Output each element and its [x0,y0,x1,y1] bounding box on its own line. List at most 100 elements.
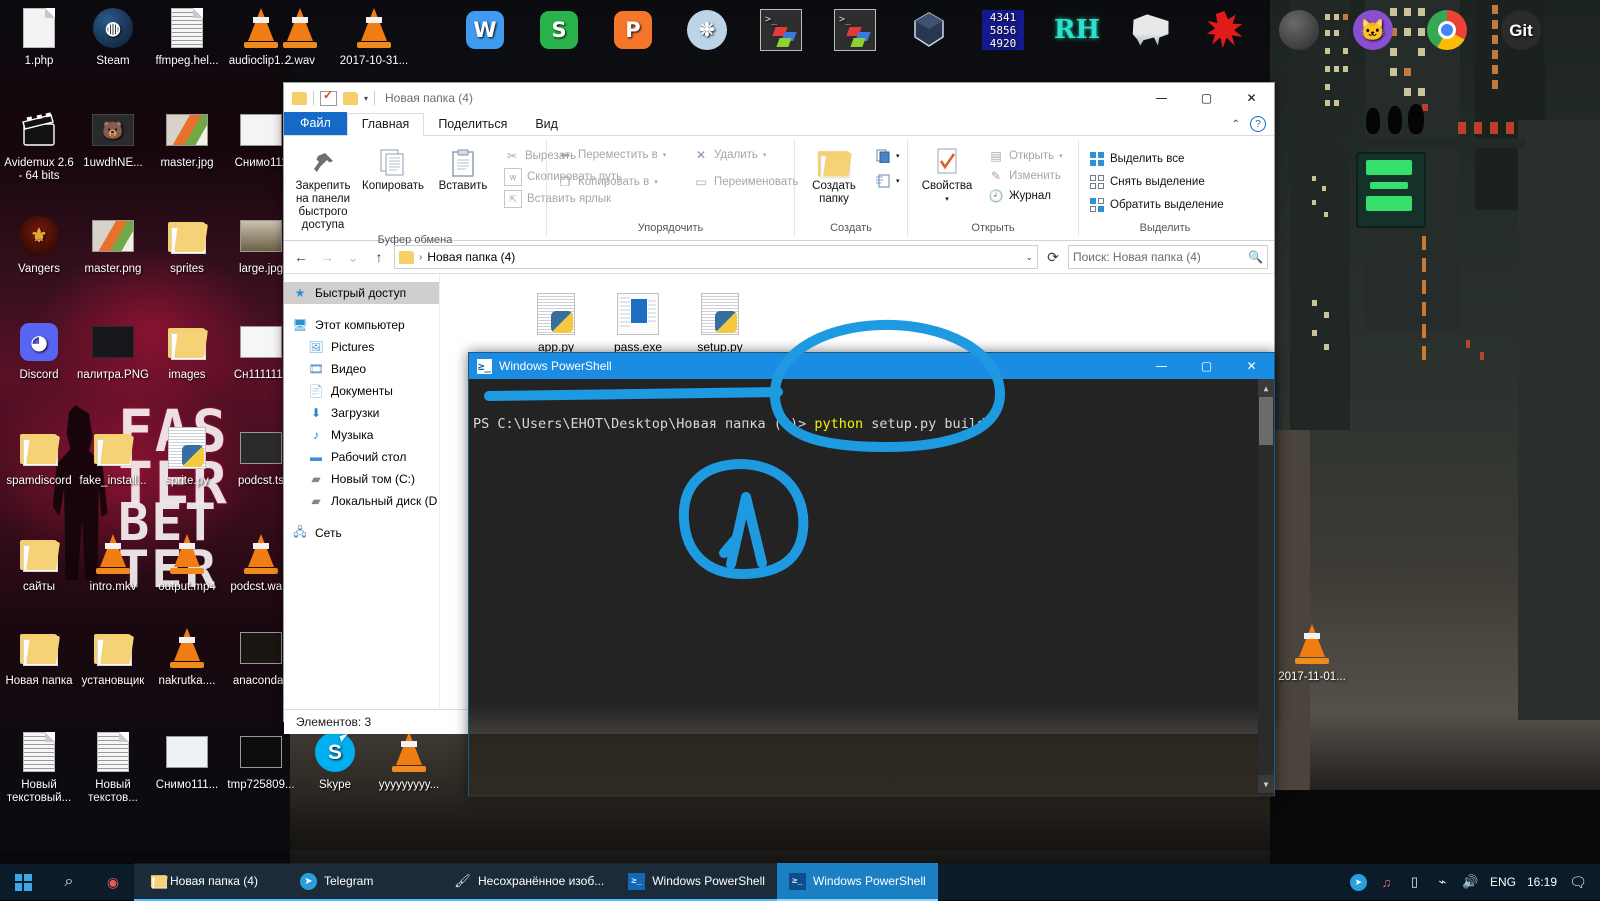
select-all-button[interactable]: Выделить все [1085,150,1228,168]
powershell-title-bar[interactable]: ≥_ Windows PowerShell — ▢ ✕ [469,353,1274,379]
desktop-icon[interactable]: Avidemux 2.6 - 64 bits [2,106,76,183]
customize-caret-icon[interactable]: ▾ [364,94,368,103]
search-button[interactable]: ⌕ [46,873,92,891]
powershell-scrollbar[interactable]: ▲ ▼ [1258,379,1274,793]
desktop-icon[interactable]: Новая папка [2,624,76,688]
desktop-icon-digit-clock[interactable]: 4341 5856 4920 [966,6,1040,57]
desktop-icon[interactable]: сайты [2,530,76,594]
properties-check-icon[interactable] [320,88,337,106]
sidebar-item-videos[interactable]: 🎞 Видео [284,358,439,380]
desktop-icon[interactable]: палитра.PNG [76,318,150,382]
forward-button[interactable]: → [316,246,338,268]
paste-button[interactable]: Вставить [430,144,496,195]
desktop-icon-sublime-terminal[interactable]: >_ [744,6,818,57]
desktop-icon-wps-writer[interactable]: W [448,6,522,57]
desktop-icon[interactable]: sprites [150,212,224,276]
pin-to-quick-access-button[interactable]: Закрепить на панели быстрого доступа [290,144,356,234]
minimize-button[interactable]: — [1139,83,1184,113]
desktop-icon-resource-hacker[interactable]: RH [1040,6,1114,57]
desktop-icon-sublime-terminal-2[interactable]: >_ [818,6,892,57]
wifi-icon[interactable]: ⌁ [1434,874,1451,891]
desktop-icon[interactable]: intro.mkv [76,530,150,594]
easy-access-button[interactable]: ▾ [871,172,904,190]
tab-home[interactable]: Главная [346,113,425,136]
scroll-down-icon[interactable]: ▼ [1258,775,1274,793]
desktop-icon-ubuntu[interactable]: ❉ [670,6,744,57]
desktop-icon[interactable]: master.jpg [150,106,224,170]
desktop-icon[interactable]: sprite.py [150,424,224,488]
back-button[interactable]: ← [290,246,312,268]
taskbar-item-powershell-1[interactable]: ≥_ Windows PowerShell [616,863,777,901]
sidebar-item-quick-access[interactable]: ★ Быстрый доступ [284,282,439,304]
powershell-console-output[interactable]: PS C:\Users\EHOT\Desktop\Новая папка (4)… [469,379,1274,797]
desktop-icon-skype[interactable]: S Skype [298,728,372,792]
chevron-up-icon[interactable]: ⌃ [1232,119,1240,130]
move-to-button[interactable]: ⬅ Переместить в ▾ [553,146,671,164]
cortana-button[interactable]: ◉ [92,874,134,891]
desktop-icon-chrome[interactable] [1410,6,1484,57]
refresh-button[interactable]: ⟳ [1042,246,1064,268]
sidebar-item-documents[interactable]: 📄 Документы [284,380,439,402]
desktop-icon[interactable]: 2017-10-31... [337,4,411,68]
minimize-button[interactable]: — [1139,353,1184,379]
sidebar-item-desktop[interactable]: ▬ Рабочий стол [284,446,439,468]
sidebar-item-drive-c[interactable]: ▰ Новый том (C:) [284,468,439,490]
up-button[interactable]: ↑ [368,246,390,268]
language-indicator[interactable]: ENG [1490,875,1516,889]
sidebar-item-drive-d[interactable]: ▰ Локальный диск (D [284,490,439,512]
taskbar-item-explorer[interactable]: Новая папка (4) [134,863,288,901]
desktop-icon[interactable]: 2.wav [263,4,337,68]
clock[interactable]: 16:19 [1527,875,1557,889]
sidebar-item-pictures[interactable]: 🖼 Pictures [284,336,439,358]
chevron-down-icon[interactable]: ⌄ [1025,252,1033,263]
telegram-tray-icon[interactable]: ➤ [1349,873,1367,891]
invert-selection-button[interactable]: Обратить выделение [1085,196,1228,214]
desktop-icon[interactable]: Новый текстов... [76,728,150,805]
copy-button[interactable]: Копировать [360,144,426,195]
select-none-button[interactable]: Снять выделение [1085,173,1228,191]
desktop-icon[interactable]: images [150,318,224,382]
start-button[interactable] [0,864,46,900]
desktop-icon[interactable]: ◍ Steam [76,4,150,68]
desktop-icon[interactable]: установщик [76,624,150,688]
new-folder-button[interactable]: Создать папку [801,144,867,208]
desktop-icon-paint-drip[interactable] [1114,6,1188,57]
list-item[interactable]: setup.py [684,288,756,354]
desktop-icon[interactable]: tmp725809... [224,728,298,792]
desktop-icon-github[interactable]: 🐱 [1336,6,1410,57]
desktop-icon[interactable]: nakrutka.... [150,624,224,688]
rename-button[interactable]: ▭ Переименовать [689,173,802,191]
desktop-icon[interactable]: 1.php [2,4,76,68]
desktop-icon[interactable]: master.png [76,212,150,276]
desktop-icon[interactable]: 🐻 1uwdhNE... [76,106,150,170]
list-item[interactable]: pass.exe [602,288,674,354]
open-button[interactable]: ▤ Открыть ▾ [984,147,1067,165]
desktop-icon-red-splat[interactable] [1188,6,1262,57]
desktop-icon[interactable]: Снимо111... [150,728,224,792]
help-icon[interactable]: ? [1250,116,1266,132]
volume-icon[interactable]: 🔊 [1462,874,1479,891]
taskbar-item-telegram[interactable]: ➤ Telegram [288,863,442,901]
explorer-title-bar[interactable]: ▾ Новая папка (4) — ▢ ✕ [284,83,1274,113]
new-item-button[interactable]: ▾ [871,147,904,165]
breadcrumb[interactable]: › Новая папка (4) ⌄ [394,245,1038,269]
desktop-icon[interactable]: ffmpeg.hel... [150,4,224,68]
desktop-icon[interactable]: yyyyyyyyy... [372,728,446,792]
desktop-icon-wps-presentation[interactable]: P [596,6,670,57]
desktop-icon[interactable]: ◕ Discord [2,318,76,382]
desktop-icon[interactable]: fake_install... [76,424,150,488]
folder-icon[interactable] [292,91,307,105]
properties-button[interactable]: Свойства ▾ [914,144,980,208]
desktop-icon-wps-spreadsheet[interactable]: S [522,6,596,57]
desktop-icon-dark-circle[interactable] [1262,6,1336,57]
desktop-icon[interactable]: spamdiscord [2,424,76,488]
scrollbar-thumb[interactable] [1259,397,1273,445]
history-button[interactable]: 🕘 Журнал [984,187,1067,205]
search-input[interactable]: Поиск: Новая папка (4) 🔍 [1068,245,1268,269]
desktop-icon-virtualbox[interactable] [892,6,966,57]
tab-file[interactable]: Файл [284,112,347,135]
close-button[interactable]: ✕ [1229,83,1274,113]
copy-to-button[interactable]: ❐ Копировать в ▾ [553,173,671,191]
delete-button[interactable]: ✕ Удалить ▾ [689,146,770,164]
sidebar-item-network[interactable]: 🖧 Сеть [284,522,439,544]
